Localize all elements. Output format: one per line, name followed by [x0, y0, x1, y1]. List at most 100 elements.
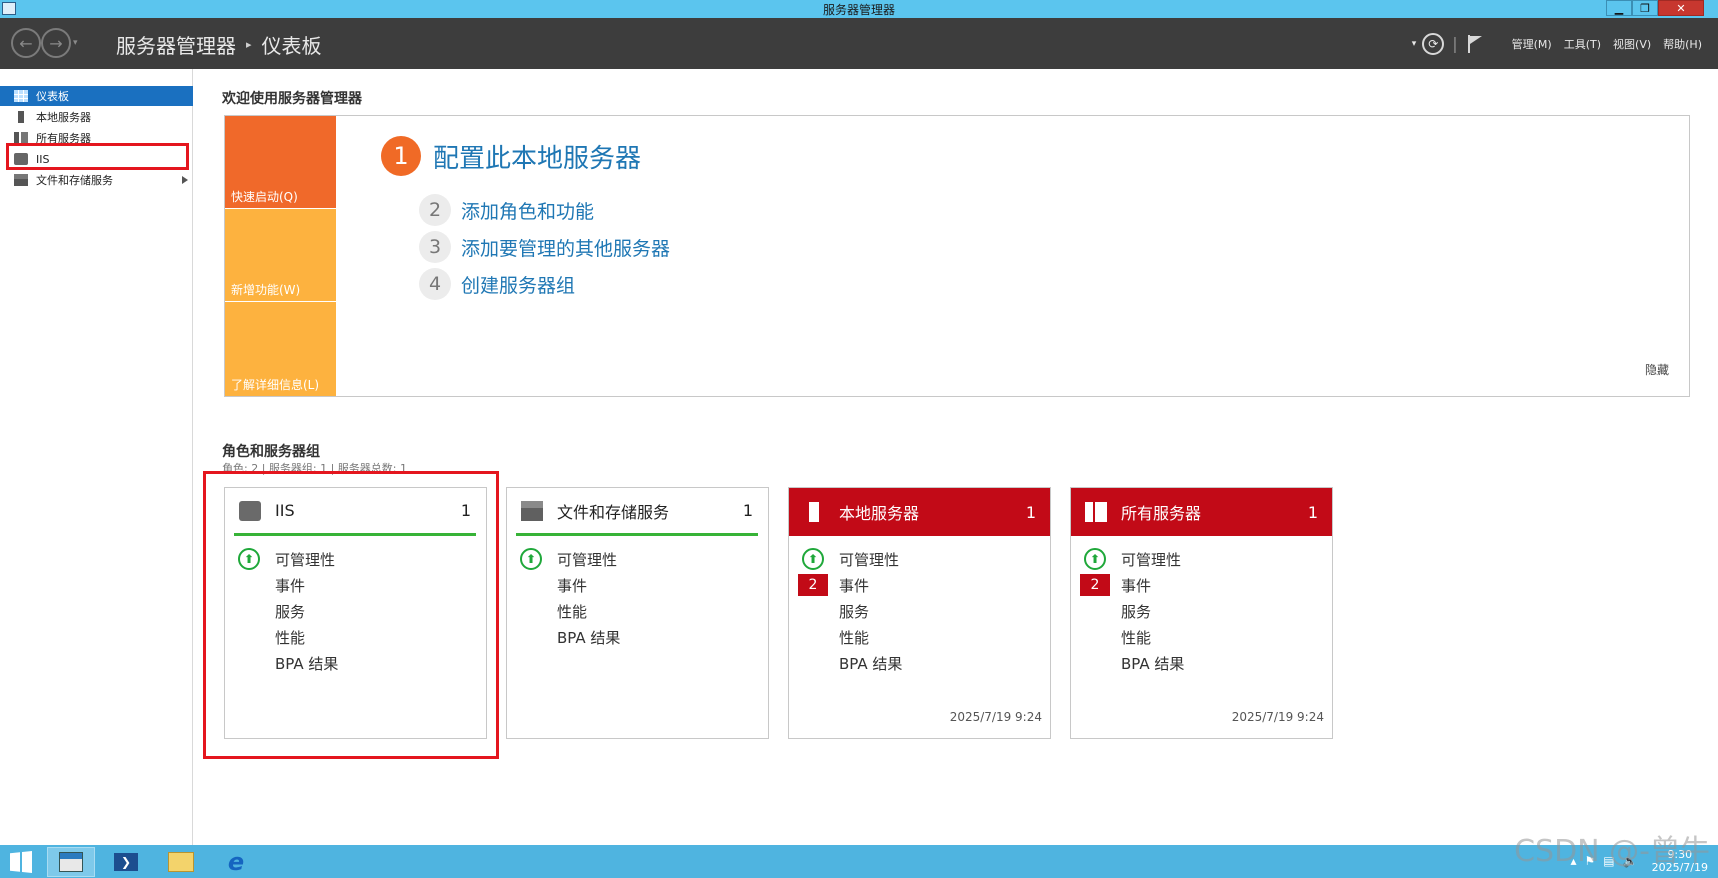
row-label: BPA 结果 [557, 628, 621, 647]
close-button[interactable]: ✕ [1658, 0, 1704, 16]
events-alert-badge: 2 [798, 574, 828, 596]
card-count: 1 [1025, 502, 1036, 522]
minimize-icon: ▁ [1614, 1, 1624, 15]
card-timestamp: 2025/7/19 9:24 [949, 710, 1042, 724]
server-icon [809, 502, 819, 522]
role-card-all-servers[interactable]: 所有服务器 1 ⬆ 可管理性 2 事件 服务 性能 BPA 结果 2025/7/… [1070, 487, 1333, 739]
step-link[interactable]: 添加要管理的其他服务器 [461, 234, 670, 261]
start-button[interactable] [0, 847, 42, 877]
highlight-box-sidebar-iis [6, 143, 189, 170]
card-header[interactable]: 文件和存储服务 1 [516, 488, 758, 536]
internet-explorer-icon: e [227, 848, 245, 876]
card-header[interactable]: 所有服务器 1 [1071, 488, 1332, 536]
history-dropdown-icon[interactable]: ▾ [73, 38, 78, 48]
dashboard-icon [14, 90, 28, 102]
step-number: 3 [419, 231, 451, 263]
step-number: 1 [381, 136, 421, 176]
window-titlebar: 服务器管理器 ▁ ❐ ✕ [0, 0, 1718, 18]
events-alert-badge: 2 [1080, 574, 1110, 596]
restore-icon: ❐ [1640, 1, 1650, 15]
row-label: BPA 结果 [1121, 654, 1185, 673]
card-header[interactable]: 本地服务器 1 [789, 488, 1050, 536]
refresh-button[interactable]: ⟳ [1422, 32, 1445, 55]
sidebar-item-label: 文件和存储服务 [36, 174, 113, 187]
menu-view[interactable]: 视图(V) [1613, 36, 1651, 52]
sidebar-item-local-server[interactable]: 本地服务器 [0, 107, 193, 127]
card-title: 本地服务器 [839, 504, 920, 523]
step-link[interactable]: 创建服务器组 [461, 271, 575, 298]
row-label: 事件 [557, 576, 588, 595]
card-row-manageability[interactable]: ⬆ 可管理性 [1071, 546, 1332, 572]
row-label: 性能 [557, 602, 588, 621]
row-label: 可管理性 [1121, 550, 1182, 569]
card-row-manageability[interactable]: ⬆ 可管理性 [789, 546, 1050, 572]
sidebar-item-dashboard[interactable]: 仪表板 [0, 86, 193, 106]
file-storage-icon [14, 174, 28, 186]
card-title: 所有服务器 [1121, 504, 1202, 523]
step-link[interactable]: 添加角色和功能 [461, 197, 594, 224]
refresh-icon: ⟳ [1428, 36, 1439, 51]
tab-learn-more[interactable]: 了解详细信息(L) [225, 302, 336, 396]
card-row-services[interactable]: 服务 [1071, 598, 1332, 624]
card-row-performance[interactable]: 性能 [507, 598, 768, 624]
card-row-events[interactable]: 事件 [507, 572, 768, 598]
row-label: BPA 结果 [839, 654, 903, 673]
sidebar: 仪表板 本地服务器 所有服务器 IIS 文件和存储服务 [0, 69, 193, 845]
taskbar-powershell[interactable]: ❯ [102, 847, 150, 877]
sidebar-item-label: 仪表板 [36, 90, 69, 103]
step-number: 4 [419, 268, 451, 300]
card-row-bpa[interactable]: BPA 结果 [1071, 650, 1332, 676]
card-row-services[interactable]: 服务 [789, 598, 1050, 624]
card-title: 文件和存储服务 [557, 502, 670, 522]
forward-button[interactable]: → [41, 28, 71, 58]
servers-icon [1085, 502, 1107, 522]
back-button[interactable]: ← [11, 28, 41, 58]
card-row-events[interactable]: 2 事件 [789, 572, 1050, 598]
header-divider: | [1452, 34, 1458, 53]
taskbar-server-manager[interactable] [47, 847, 95, 877]
server-manager-icon [59, 852, 83, 872]
row-label: 事件 [1121, 576, 1152, 595]
breadcrumb-current: 仪表板 [261, 34, 322, 58]
menu-help[interactable]: 帮助(H) [1663, 36, 1702, 52]
card-row-bpa[interactable]: BPA 结果 [789, 650, 1050, 676]
taskbar-internet-explorer[interactable]: e [212, 847, 260, 877]
row-label: 事件 [839, 576, 870, 595]
quick-start-panel: 快速启动(Q) 新增功能(W) 了解详细信息(L) 1 配置此本地服务器 2 添… [224, 115, 1690, 397]
menu-tools[interactable]: 工具(T) [1564, 36, 1601, 52]
breadcrumb-root[interactable]: 服务器管理器 [116, 30, 236, 59]
role-card-file-storage[interactable]: 文件和存储服务 1 ⬆ 可管理性 事件 性能 BPA 结果 [506, 487, 769, 739]
window-controls: ▁ ❐ ✕ [1606, 0, 1704, 16]
step-create-group[interactable]: 4 创建服务器组 [419, 268, 575, 300]
forward-arrow-icon: → [49, 33, 63, 53]
minimize-button[interactable]: ▁ [1606, 0, 1632, 16]
tab-quick-start[interactable]: 快速启动(Q) [225, 116, 336, 208]
ok-status-icon: ⬆ [802, 548, 824, 570]
taskbar-file-explorer[interactable] [157, 847, 205, 877]
tab-whats-new[interactable]: 新增功能(W) [225, 209, 336, 301]
expand-arrow-icon[interactable] [182, 176, 188, 184]
ok-status-icon: ⬆ [520, 548, 542, 570]
card-row-performance[interactable]: 性能 [1071, 624, 1332, 650]
step-configure-local-server[interactable]: 1 配置此本地服务器 [381, 136, 641, 176]
card-row-bpa[interactable]: BPA 结果 [507, 624, 768, 650]
windows-logo-icon [10, 851, 32, 873]
step-link[interactable]: 配置此本地服务器 [433, 138, 641, 175]
card-row-manageability[interactable]: ⬆ 可管理性 [507, 546, 768, 572]
card-timestamp: 2025/7/19 9:24 [1231, 710, 1324, 724]
row-label: 可管理性 [557, 550, 618, 569]
role-card-local-server[interactable]: 本地服务器 1 ⬆ 可管理性 2 事件 服务 性能 BPA 结果 2025/7/… [788, 487, 1051, 739]
step-add-roles[interactable]: 2 添加角色和功能 [419, 194, 594, 226]
hide-link[interactable]: 隐藏 [1645, 361, 1669, 378]
card-row-performance[interactable]: 性能 [789, 624, 1050, 650]
sidebar-item-file-storage[interactable]: 文件和存储服务 [0, 170, 193, 190]
restore-button[interactable]: ❐ [1632, 0, 1658, 16]
header-actions: ▾ ⟳ | 管理(M) 工具(T) 视图(V) 帮助(H) [1412, 18, 1702, 69]
notifications-dropdown-icon[interactable]: ▾ [1412, 39, 1417, 49]
menu-manage[interactable]: 管理(M) [1512, 36, 1552, 52]
folder-icon [168, 852, 194, 872]
card-row-events[interactable]: 2 事件 [1071, 572, 1332, 598]
step-add-servers[interactable]: 3 添加要管理的其他服务器 [419, 231, 670, 263]
welcome-title: 欢迎使用服务器管理器 [222, 91, 362, 107]
notifications-flag-icon[interactable] [1467, 34, 1482, 53]
